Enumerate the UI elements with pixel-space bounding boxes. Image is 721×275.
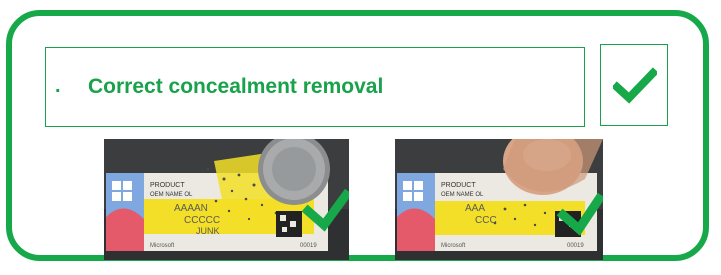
caption-text: Correct concealment removal <box>88 75 384 98</box>
label-line-4: CCC <box>475 215 497 226</box>
caption-bullet: . <box>55 75 61 97</box>
label-line-1: PRODUCT <box>441 182 476 189</box>
photo-coin-scratch: PRODUCT OEM NAME OL AAAAN CCCCC JUNK Mic… <box>104 139 349 260</box>
label-serial: 00019 <box>300 243 317 249</box>
photo-finger-scratch-image: PRODUCT OEM NAME OL AAA CCC Microsoft 00… <box>395 139 603 260</box>
check-icon <box>613 67 657 104</box>
photo-finger-scratch: PRODUCT OEM NAME OL AAA CCC Microsoft 00… <box>395 139 603 260</box>
label-serial: 00019 <box>567 243 584 249</box>
label-line-5: JUNK <box>196 226 220 236</box>
caption-box: . Correct concealment removal <box>45 47 585 127</box>
label-line-3: AAAAN <box>174 203 208 214</box>
label-brand: Microsoft <box>150 243 175 249</box>
label-line-4: CCCCC <box>184 215 220 226</box>
label-line-1: PRODUCT <box>150 182 185 189</box>
photo-coin-scratch-image: PRODUCT OEM NAME OL AAAAN CCCCC JUNK Mic… <box>104 139 349 260</box>
label-brand: Microsoft <box>441 243 466 249</box>
label-line-2: OEM NAME OL <box>441 192 484 198</box>
label-line-3: AAA <box>465 203 485 214</box>
result-check-box <box>600 44 668 126</box>
label-line-2: OEM NAME OL <box>150 192 193 198</box>
